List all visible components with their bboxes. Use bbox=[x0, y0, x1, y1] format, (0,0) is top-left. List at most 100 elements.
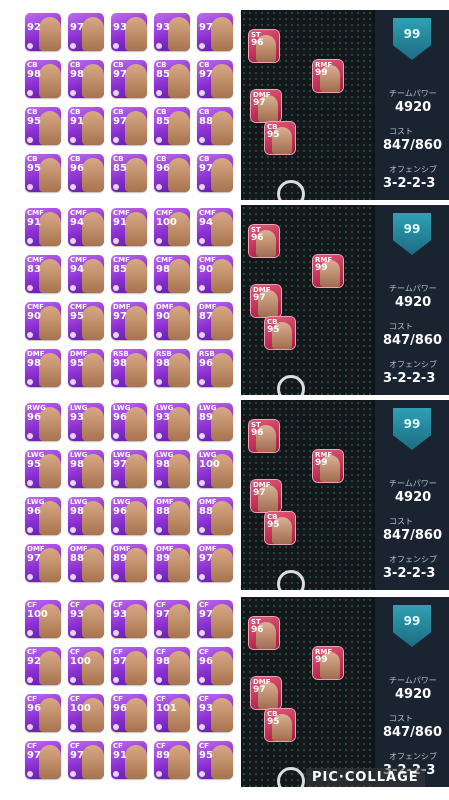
player-card[interactable]: CB 88 bbox=[197, 107, 233, 145]
player-card[interactable]: CMF 91 bbox=[25, 208, 61, 246]
player-card[interactable]: DMF 95 bbox=[68, 349, 104, 387]
player-card[interactable]: CF 101 bbox=[154, 694, 190, 732]
player-card[interactable]: CB 85 bbox=[154, 107, 190, 145]
player-card[interactable]: CF 95 bbox=[197, 741, 233, 779]
player-card[interactable]: CF 93 bbox=[197, 694, 233, 732]
player-card[interactable]: CB 85 bbox=[111, 154, 147, 192]
pitch-player-card[interactable]: CB 95 bbox=[265, 709, 295, 741]
player-card[interactable]: CMF 90 bbox=[25, 302, 61, 340]
player-card[interactable]: CF 100 bbox=[25, 600, 61, 638]
player-card[interactable]: OMF 88 bbox=[154, 497, 190, 535]
player-card[interactable]: CF 92 bbox=[25, 647, 61, 685]
player-card[interactable]: CMF 94 bbox=[68, 208, 104, 246]
player-card[interactable]: RSB 96 bbox=[197, 349, 233, 387]
player-card[interactable]: LWG 89 bbox=[197, 403, 233, 441]
player-card[interactable]: CB 98 bbox=[25, 60, 61, 98]
player-card[interactable]: OMF 97 bbox=[197, 544, 233, 582]
player-card[interactable]: DMF 98 bbox=[25, 349, 61, 387]
player-card[interactable]: CF 97 bbox=[154, 600, 190, 638]
player-card[interactable]: CB 96 bbox=[154, 154, 190, 192]
player-card[interactable]: CB 97 bbox=[111, 107, 147, 145]
player-card[interactable]: CF 100 bbox=[68, 647, 104, 685]
player-card[interactable]: LWG 98 bbox=[154, 450, 190, 488]
player-card[interactable]: 92 bbox=[25, 13, 61, 51]
pitch-player-card[interactable]: CB 95 bbox=[265, 122, 295, 154]
pitch-player-card[interactable]: RMF 99 bbox=[313, 60, 343, 92]
player-portrait bbox=[39, 407, 61, 441]
player-card[interactable]: LWG 100 bbox=[197, 450, 233, 488]
player-card[interactable]: LWG 96 bbox=[111, 497, 147, 535]
pitch-player-card[interactable]: DMF 97 bbox=[251, 480, 281, 512]
player-card[interactable]: CF 97 bbox=[25, 741, 61, 779]
player-card[interactable]: CB 97 bbox=[197, 154, 233, 192]
player-card[interactable]: OMF 89 bbox=[111, 544, 147, 582]
player-card[interactable]: CB 96 bbox=[68, 154, 104, 192]
pitch-player-card[interactable]: ST 96 bbox=[249, 225, 279, 257]
player-card[interactable]: OMF 89 bbox=[154, 544, 190, 582]
player-card[interactable]: LWG 95 bbox=[25, 450, 61, 488]
pitch-player-card[interactable]: DMF 97 bbox=[251, 285, 281, 317]
player-card[interactable]: OMF 88 bbox=[197, 497, 233, 535]
player-card[interactable]: DMF 87 bbox=[197, 302, 233, 340]
player-card[interactable]: CF 97 bbox=[68, 741, 104, 779]
player-card[interactable]: CB 98 bbox=[68, 60, 104, 98]
player-card[interactable]: CF 93 bbox=[68, 600, 104, 638]
player-card[interactable]: CB 85 bbox=[154, 60, 190, 98]
player-card[interactable]: CMF 90 bbox=[197, 255, 233, 293]
player-card[interactable]: CF 96 bbox=[111, 694, 147, 732]
player-position: CB bbox=[156, 155, 167, 163]
player-card[interactable]: CF 89 bbox=[154, 741, 190, 779]
player-card[interactable]: CB 91 bbox=[68, 107, 104, 145]
player-card[interactable]: CB 95 bbox=[25, 107, 61, 145]
player-card[interactable]: CF 98 bbox=[154, 647, 190, 685]
pitch-player-card[interactable]: ST 96 bbox=[249, 30, 279, 62]
pitch-player-card[interactable]: RMF 99 bbox=[313, 255, 343, 287]
player-card[interactable]: CB 95 bbox=[25, 154, 61, 192]
player-card[interactable]: CMF 85 bbox=[111, 255, 147, 293]
player-card[interactable]: CF 100 bbox=[68, 694, 104, 732]
player-card[interactable]: LWG 93 bbox=[68, 403, 104, 441]
player-card[interactable]: CMF 94 bbox=[68, 255, 104, 293]
pitch-player-card[interactable]: ST 96 bbox=[249, 617, 279, 649]
level-dot-icon bbox=[199, 332, 205, 338]
pitch-player-card[interactable]: CB 95 bbox=[265, 317, 295, 349]
player-card[interactable]: CF 93 bbox=[111, 600, 147, 638]
player-card[interactable]: CB 97 bbox=[111, 60, 147, 98]
player-card[interactable]: LWG 97 bbox=[111, 450, 147, 488]
player-card[interactable]: CF 96 bbox=[197, 647, 233, 685]
player-card[interactable]: LWG 98 bbox=[68, 450, 104, 488]
player-card[interactable]: CF 97 bbox=[197, 600, 233, 638]
player-card[interactable]: RWG 96 bbox=[25, 403, 61, 441]
player-card[interactable]: LWG 93 bbox=[154, 403, 190, 441]
player-card[interactable]: 93 bbox=[154, 13, 190, 51]
player-card[interactable]: LWG 96 bbox=[25, 497, 61, 535]
player-card[interactable]: DMF 90 bbox=[154, 302, 190, 340]
player-card[interactable]: OMF 88 bbox=[68, 544, 104, 582]
pitch-player-card[interactable]: RMF 99 bbox=[313, 450, 343, 482]
player-card[interactable]: CF 91 bbox=[111, 741, 147, 779]
player-card[interactable]: CMF 98 bbox=[154, 255, 190, 293]
player-card[interactable]: RSB 98 bbox=[154, 349, 190, 387]
player-card[interactable]: CMF 100 bbox=[154, 208, 190, 246]
player-card[interactable]: CMF 83 bbox=[25, 255, 61, 293]
player-card[interactable]: LWG 96 bbox=[111, 403, 147, 441]
pitch-player-card[interactable]: ST 96 bbox=[249, 420, 279, 452]
player-card[interactable]: CMF 94 bbox=[197, 208, 233, 246]
player-card[interactable]: CMF 91 bbox=[111, 208, 147, 246]
player-card[interactable]: CF 96 bbox=[25, 694, 61, 732]
player-card[interactable]: LWG 98 bbox=[68, 497, 104, 535]
player-card[interactable]: DMF 97 bbox=[111, 302, 147, 340]
player-card[interactable]: OMF 97 bbox=[25, 544, 61, 582]
player-card[interactable]: 97 bbox=[197, 13, 233, 51]
player-card[interactable]: 97 bbox=[68, 13, 104, 51]
player-rating: 89 bbox=[113, 553, 127, 564]
pitch-player-card[interactable]: DMF 97 bbox=[251, 90, 281, 122]
pitch-player-card[interactable]: CB 95 bbox=[265, 512, 295, 544]
player-card[interactable]: CB 97 bbox=[197, 60, 233, 98]
pitch-player-card[interactable]: DMF 97 bbox=[251, 677, 281, 709]
pitch-player-card[interactable]: RMF 99 bbox=[313, 647, 343, 679]
player-card[interactable]: RSB 98 bbox=[111, 349, 147, 387]
player-card[interactable]: CF 97 bbox=[111, 647, 147, 685]
player-card[interactable]: 93 bbox=[111, 13, 147, 51]
player-card[interactable]: CMF 95 bbox=[68, 302, 104, 340]
